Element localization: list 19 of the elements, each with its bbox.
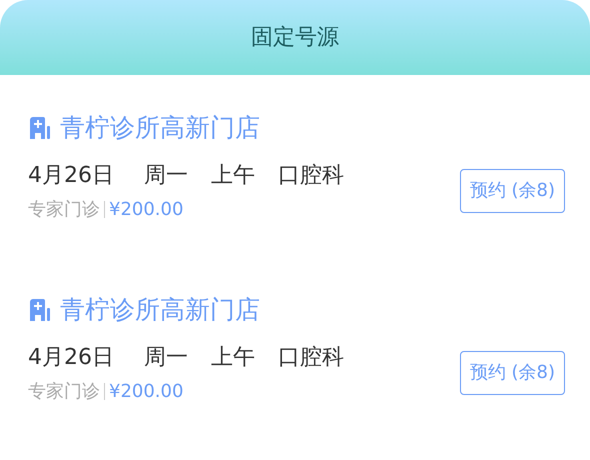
header-title: 固定号源 (251, 24, 339, 52)
department-text: 口腔科 (278, 344, 344, 372)
date-text: 4月26日 (28, 162, 114, 190)
weekday-text: 周一 (144, 162, 188, 190)
clinic-type: 专家门诊 (28, 380, 100, 404)
clinic-name: 青柠诊所高新门店 (60, 113, 260, 143)
price-text: ¥200.00 (109, 380, 184, 404)
date-text: 4月26日 (28, 344, 114, 372)
hospital-icon (28, 116, 52, 140)
price-text: ¥200.00 (109, 198, 184, 222)
book-button[interactable]: 预约 (余8) (460, 351, 565, 395)
clinic-name: 青柠诊所高新门店 (60, 295, 260, 325)
department-text: 口腔科 (278, 162, 344, 190)
clinic-type: 专家门诊 (28, 198, 100, 222)
book-button[interactable]: 预约 (余8) (460, 169, 565, 213)
period-text: 上午 (211, 344, 255, 372)
period-text: 上午 (211, 162, 255, 190)
weekday-text: 周一 (144, 344, 188, 372)
hospital-icon (28, 298, 52, 322)
